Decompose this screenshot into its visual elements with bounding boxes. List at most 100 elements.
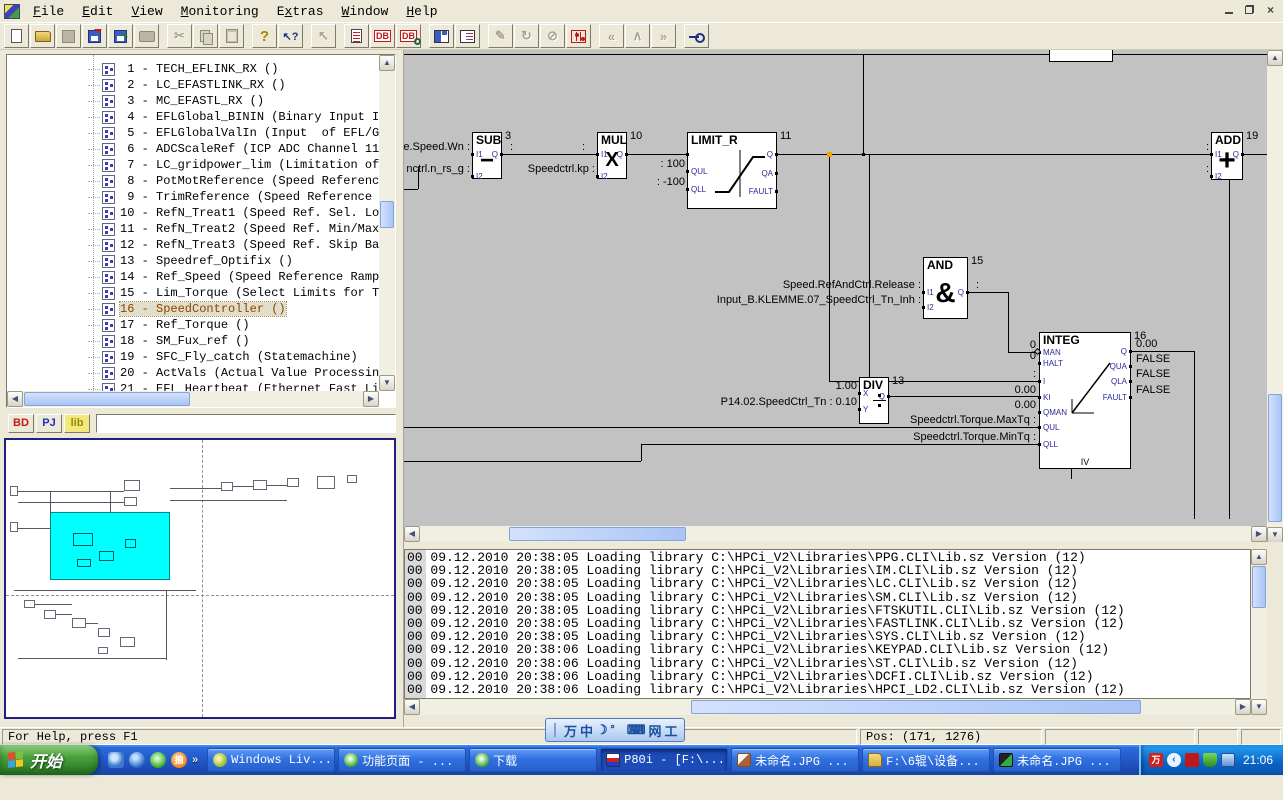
tree-item[interactable]: 8 - PotMotReference (Speed Reference Mot… [7, 173, 379, 189]
taskbar-task[interactable]: 下载 [469, 748, 597, 772]
taskbar-task[interactable]: 未命名.JPG ... [731, 748, 859, 772]
tab-pj[interactable]: PJ [36, 414, 62, 433]
green-app-icon[interactable] [150, 752, 166, 768]
taskbar-task[interactable]: 未命名.JPG ... [993, 748, 1121, 772]
block-integ[interactable]: INTEGMANHALTIKIQMANQULQLLQQUAQLAFAULTIV [1039, 332, 1131, 469]
log-vertical-scrollbar[interactable]: ▲ ▼ [1251, 549, 1267, 715]
tree-item[interactable]: 21 - EFL_Heartbeat (Ethernet Fast Link u… [7, 381, 379, 391]
scrollbar-thumb[interactable] [1252, 566, 1266, 608]
access-key-button[interactable] [684, 24, 709, 48]
ime-mode-icon[interactable]: 中 [580, 721, 593, 740]
scroll-down-icon[interactable]: ▼ [1267, 527, 1283, 543]
scroll-up-icon[interactable]: ▲ [1267, 50, 1283, 66]
scrollbar-thumb[interactable] [691, 700, 1141, 714]
overview-viewport[interactable] [50, 512, 170, 580]
ime-language-icon[interactable]: 万 [564, 721, 577, 740]
message-log[interactable]: 00 09.12.2010 20:38:05 Loading library C… [404, 549, 1251, 699]
block-and[interactable]: ANDI1I2Q& [923, 257, 968, 319]
tree-item[interactable]: 14 - Ref_Speed (Speed Reference Ramp) [7, 269, 379, 285]
scroll-right-icon[interactable]: ▶ [363, 391, 379, 407]
menu-view[interactable]: View [122, 2, 171, 21]
scroll-right-icon[interactable]: ▶ [1251, 526, 1267, 542]
new-file-button[interactable] [4, 24, 29, 48]
tree-item[interactable]: 2 - LC_EFASTLINK_RX () [7, 77, 379, 93]
tree-item[interactable]: 19 - SFC_Fly_catch (Statemachine) [7, 349, 379, 365]
tab-lib[interactable]: lib [64, 414, 90, 433]
tree-item[interactable]: 17 - Ref_Torque () [7, 317, 379, 333]
block-add[interactable]: ADDI1I2Q+ [1211, 132, 1243, 180]
ime-punct-icon[interactable]: ゜ [611, 721, 624, 740]
scrollbar-thumb[interactable] [509, 527, 686, 541]
fbd-canvas[interactable]: SUBI1I2Q−3MULI1I2QX10LIMIT_RQULQLLQQAFAU… [404, 50, 1267, 526]
block-div[interactable]: DIVXYQ [859, 377, 889, 424]
taskbar-task[interactable]: F:\6辊\设备... [862, 748, 990, 772]
partial-block[interactable] [1049, 50, 1113, 62]
scroll-left-icon[interactable]: ◀ [404, 526, 420, 542]
scroll-left-icon[interactable]: ◀ [7, 391, 23, 407]
antivirus-shield-icon[interactable] [1203, 753, 1217, 767]
restore-button[interactable] [1241, 2, 1258, 17]
taskbar-task[interactable]: 功能页面 - ... [338, 748, 466, 772]
database-search-button[interactable]: DB [396, 24, 421, 48]
taskbar-task[interactable]: P80i - [F:\... [600, 748, 728, 772]
scrollbar-thumb[interactable] [1268, 394, 1282, 522]
tree-vertical-scrollbar[interactable]: ▲ ▼ [379, 55, 395, 391]
scroll-down-icon[interactable]: ▼ [379, 375, 395, 391]
menu-extras[interactable]: Extras [268, 2, 333, 21]
taskbar-task[interactable]: Windows Liv... [207, 748, 335, 772]
tree-item[interactable]: 6 - ADCScaleRef (ICP ADC Channel 11: Gai… [7, 141, 379, 157]
tree-item[interactable]: 1 - TECH_EFLINK_RX () [7, 61, 379, 77]
tree-item[interactable]: 7 - LC_gridpower_lim (Limitation of the … [7, 157, 379, 173]
tree-item[interactable]: 11 - RefN_Treat2 (Speed Ref. Min/Max) [7, 221, 379, 237]
database-button[interactable]: DB [370, 24, 395, 48]
log-horizontal-scrollbar[interactable]: ◀ ▶ [404, 699, 1251, 715]
menu-window[interactable]: Window [333, 2, 398, 21]
collapse-chevron-icon[interactable]: ‹ [1167, 753, 1181, 767]
block-mul[interactable]: MULI1I2QX [597, 132, 627, 179]
parameter-table-button[interactable] [455, 24, 480, 48]
block-limit_r[interactable]: LIMIT_RQULQLLQQAFAULT [687, 132, 777, 209]
tree-item[interactable]: 16 - SpeedController () [7, 301, 379, 317]
open-file-button[interactable] [30, 24, 55, 48]
filter-input[interactable] [96, 414, 396, 433]
tree-item[interactable]: 9 - TrimReference (Speed Reference Trim … [7, 189, 379, 205]
context-help-button[interactable]: ↖? [278, 24, 303, 48]
tree-item[interactable]: 12 - RefN_Treat3 (Speed Ref. Skip Bands) [7, 237, 379, 253]
pdf-tray-icon[interactable] [1185, 753, 1199, 767]
help-button[interactable]: ? [252, 24, 277, 48]
start-button[interactable]: 开始 [0, 745, 98, 775]
scrollbar-thumb[interactable] [24, 392, 190, 406]
ime-toolbar[interactable]: 万中☽゜⌨网工 [545, 718, 685, 742]
wan-ime-tray-icon[interactable]: 万 [1149, 753, 1163, 767]
scrollbar-thumb[interactable] [380, 201, 394, 228]
tree-item[interactable]: 20 - ActVals (Actual Value Processing fo… [7, 365, 379, 381]
tree-item[interactable]: 3 - MC_EFASTL_RX () [7, 93, 379, 109]
download-to-device-button[interactable] [82, 24, 107, 48]
scroll-up-icon[interactable]: ▲ [1251, 549, 1267, 565]
canvas-vertical-scrollbar[interactable]: ▲ ▼ [1267, 50, 1283, 543]
tab-bd[interactable]: BD [8, 414, 34, 433]
scroll-left-icon[interactable]: ◀ [404, 699, 420, 715]
profibus-config-button[interactable] [566, 24, 591, 48]
block-sub[interactable]: SUBI1I2Q− [472, 132, 502, 179]
diagram-overview-panel[interactable] [4, 438, 396, 719]
ime-fullhalf-icon[interactable]: ☽ [596, 722, 608, 738]
ime-tools-icon[interactable]: 工 [664, 721, 677, 740]
tile-windows-button[interactable] [429, 24, 454, 48]
ime-web-icon[interactable]: 网 [648, 721, 661, 740]
menu-monitoring[interactable]: Monitoring [172, 2, 268, 21]
minimize-button[interactable] [1220, 2, 1237, 17]
browser-icon[interactable] [129, 752, 145, 768]
watch-list-button[interactable] [344, 24, 369, 48]
tree-item[interactable]: 10 - RefN_Treat1 (Speed Ref. Sel. Local/… [7, 205, 379, 221]
scroll-right-icon[interactable]: ▶ [1235, 699, 1251, 715]
quick-launch-overflow-icon[interactable]: » [192, 754, 198, 766]
tree-item[interactable]: 5 - EFLGlobalValIn (Input of EFL/Global … [7, 125, 379, 141]
menu-file[interactable]: File [24, 2, 73, 21]
menu-help[interactable]: Help [397, 2, 446, 21]
tree-item[interactable]: 4 - EFLGlobal_BININ (Binary Input ICP CA… [7, 109, 379, 125]
tree-item[interactable]: 15 - Lim_Torque (Select Limits for Torqu… [7, 285, 379, 301]
close-button[interactable]: × [1262, 2, 1279, 17]
network-tray-icon[interactable] [1221, 753, 1235, 767]
scroll-up-icon[interactable]: ▲ [379, 55, 395, 71]
